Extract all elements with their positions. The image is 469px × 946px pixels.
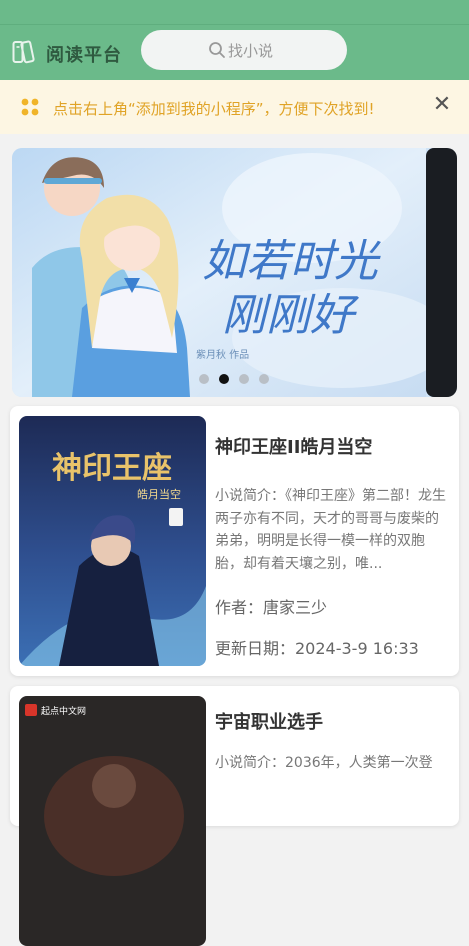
carousel-dots [199, 374, 279, 386]
add-to-mini-program-notice: 点击右上角“添加到我的小程序”，方便下次找到! ✕ [0, 80, 469, 134]
book-logo-icon [12, 40, 35, 64]
book-title: 宇宙职业选手 [215, 712, 323, 733]
carousel-dot-3[interactable] [239, 374, 249, 384]
search-placeholder: 找小说 [228, 42, 274, 60]
book-updated-date: 更新日期：2024-3-9 16:33 [215, 639, 419, 658]
cover-subtitle: 皓月当空 [137, 487, 181, 501]
cover-badge: 起点中文网 [41, 705, 86, 717]
app-header: 阅读平台 找小说 [0, 25, 469, 80]
status-bar [0, 0, 469, 25]
banner-carousel[interactable]: 如若时光 刚刚好 紫月秋 作品 [12, 148, 457, 397]
carousel-dot-2[interactable] [219, 374, 229, 384]
book-card[interactable]: 起点中文网 宇宙职业选手 小说简介：2036年，人类第一次登 [10, 686, 459, 946]
book-title: 神印王座II皓月当空 [215, 437, 373, 458]
app-title: 阅读平台 [46, 45, 122, 66]
book-card[interactable]: 神印王座 皓月当空 神印王座II皓月当空 小说简介：《神印王座》第二部！龙生两子… [10, 406, 459, 676]
svg-text:如若时光: 如若时光 [202, 236, 381, 287]
svg-text:紫月秋 作品: 紫月秋 作品 [196, 348, 249, 361]
carousel-dot-4[interactable] [259, 374, 269, 384]
cover-title: 神印王座 [52, 451, 172, 486]
next-banner-preview [426, 148, 457, 397]
search-input[interactable]: 找小说 [141, 30, 347, 70]
mini-program-icon [21, 98, 39, 116]
book-cover: 神印王座 皓月当空 [19, 416, 206, 666]
book-description: 小说简介：《神印王座》第二部！龙生两子亦有不同，天才的哥哥与废柴的弟弟，明明是长… [215, 488, 446, 572]
book-author: 作者：唐家三少 [215, 598, 328, 617]
search-icon [209, 42, 225, 58]
close-icon[interactable]: ✕ [432, 94, 452, 118]
book-cover: 起点中文网 [19, 696, 206, 946]
notice-text: 点击右上角“添加到我的小程序”，方便下次找到! [53, 100, 375, 118]
carousel-dot-1[interactable] [199, 374, 209, 384]
banner-image: 如若时光 刚刚好 紫月秋 作品 [12, 148, 426, 397]
book-description: 小说简介：2036年，人类第一次登 [215, 755, 433, 771]
svg-text:刚刚好: 刚刚好 [222, 290, 359, 341]
